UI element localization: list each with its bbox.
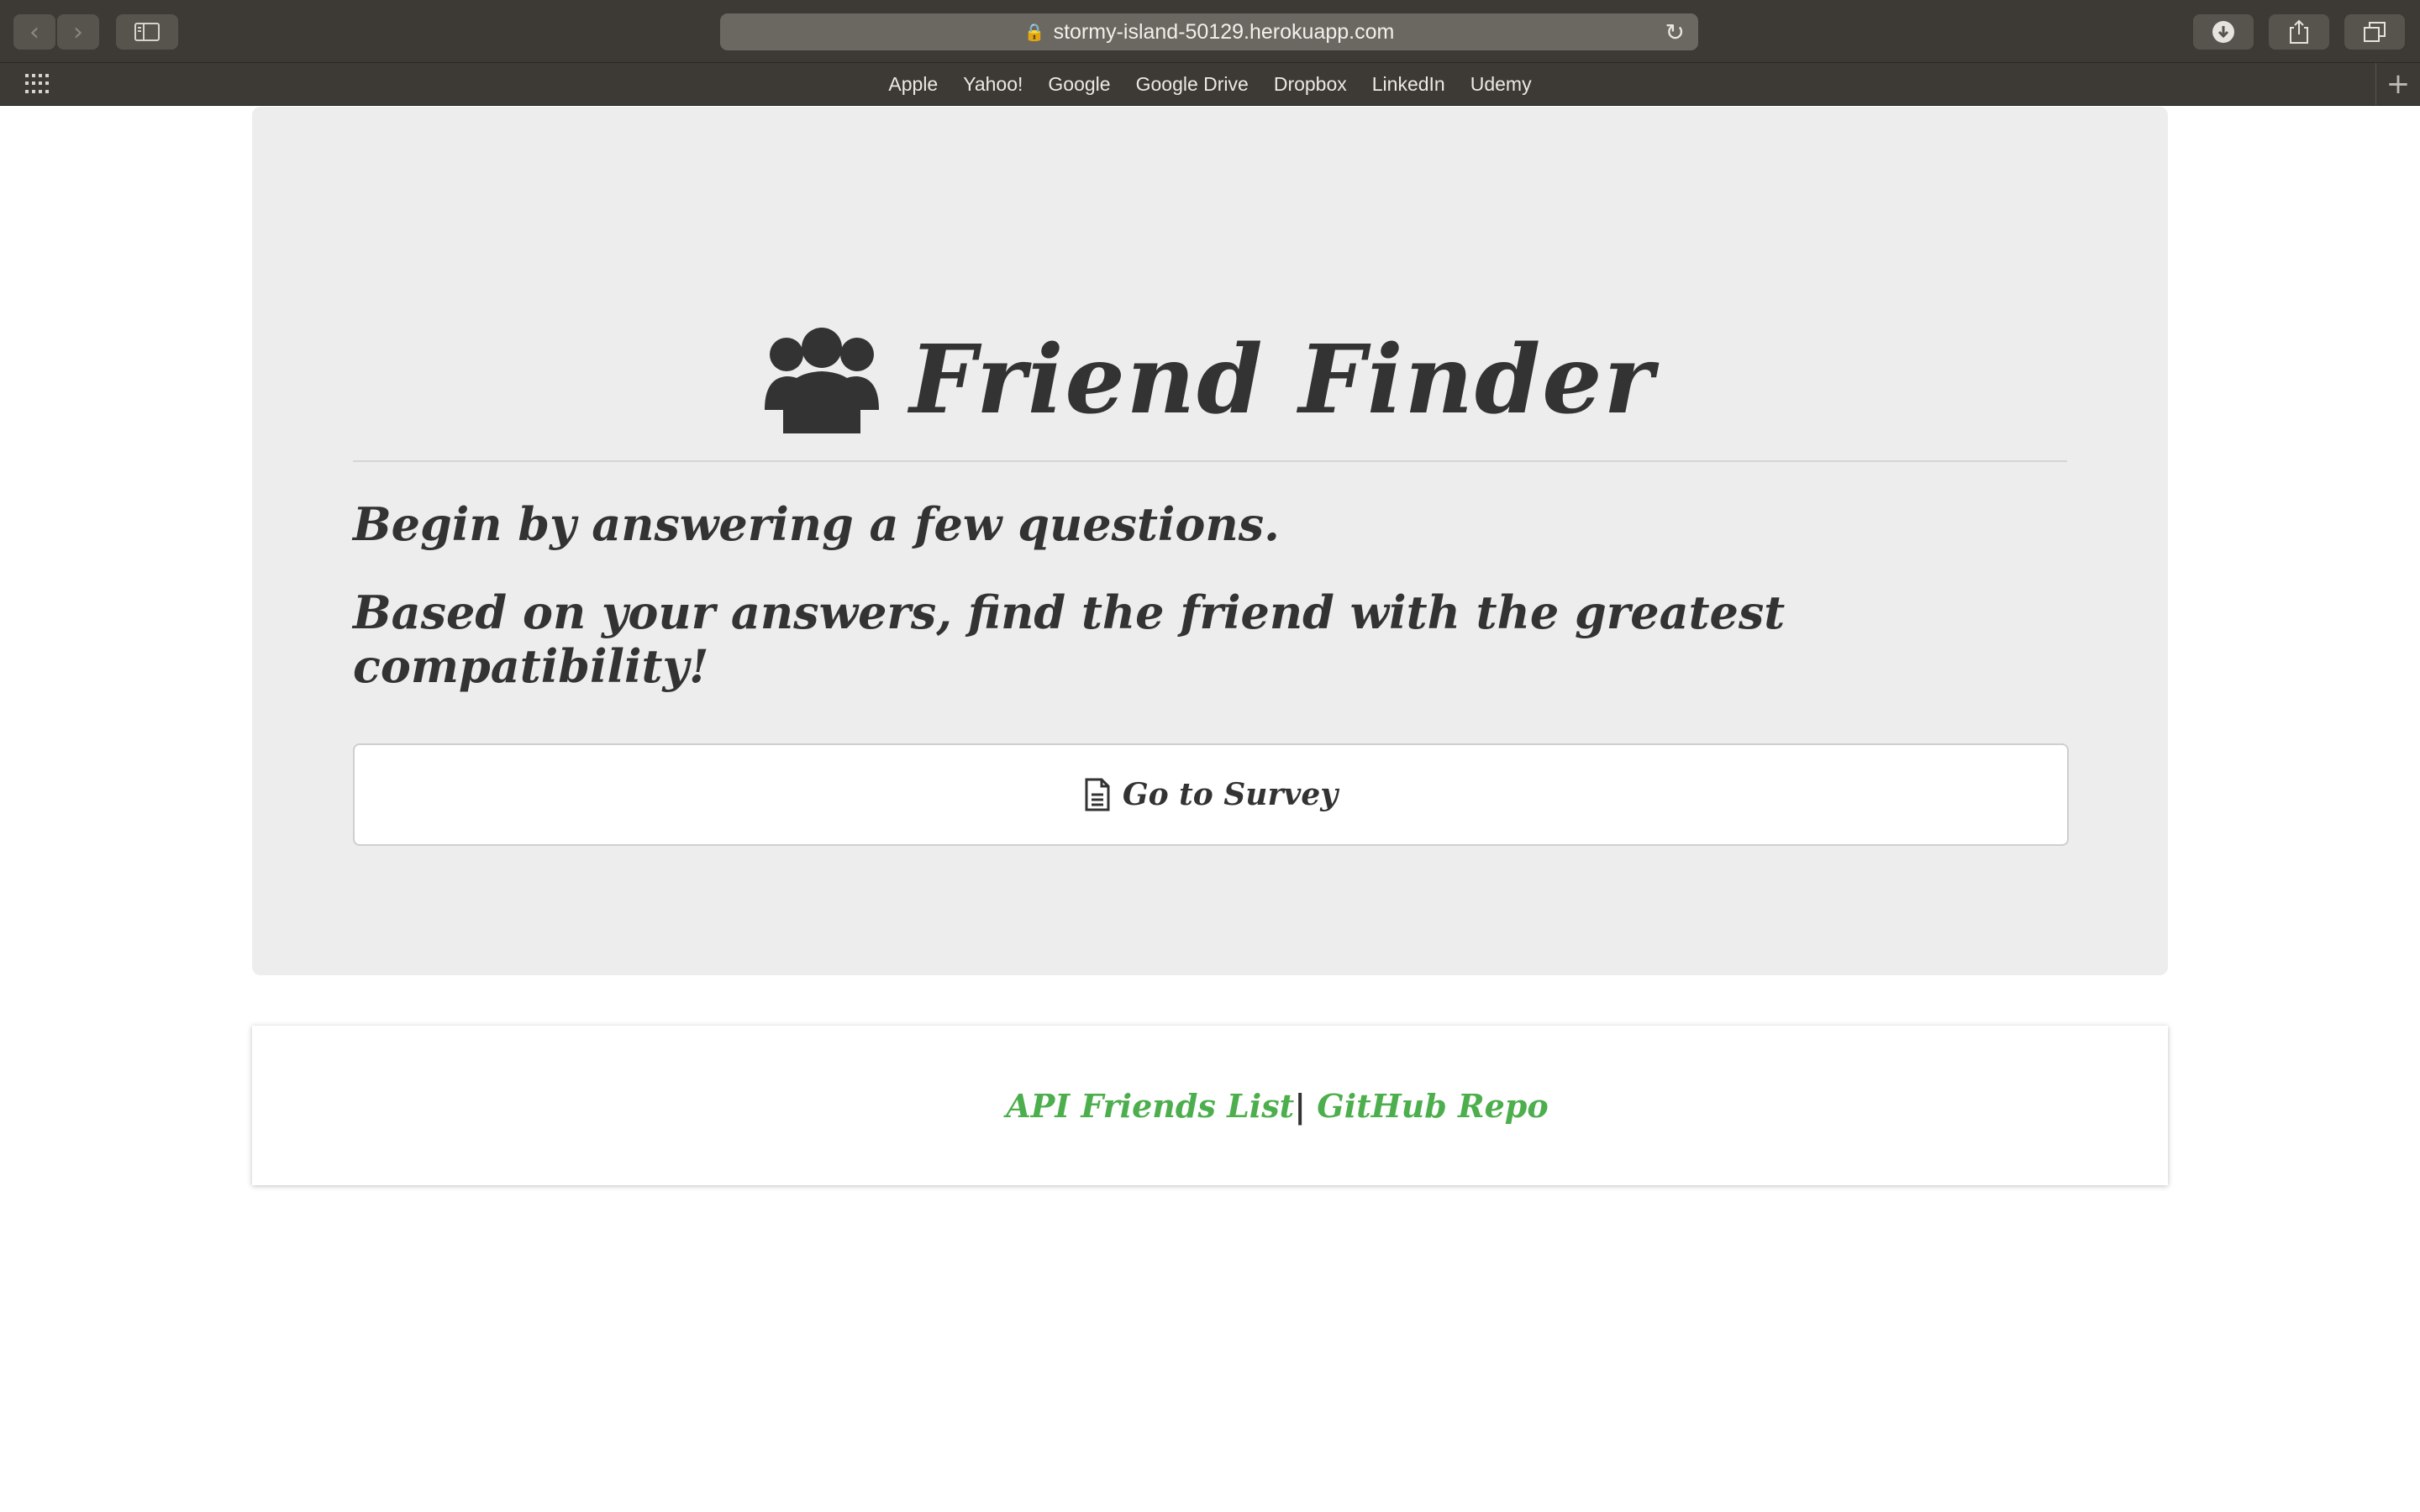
intro-line-1: Begin by answering a few questions. xyxy=(353,497,1280,551)
url-text: stormy-island-50129.herokuapp.com xyxy=(1053,19,1395,44)
favorite-link[interactable]: Yahoo! xyxy=(963,73,1023,96)
chevron-right-icon: › xyxy=(73,17,83,47)
go-to-survey-label: Go to Survey xyxy=(1122,777,1339,812)
tabs-overview-button[interactable] xyxy=(2344,14,2405,50)
divider xyxy=(353,460,2067,462)
favorite-link[interactable]: Dropbox xyxy=(1274,73,1347,96)
page-title: Friend Finder xyxy=(909,324,1655,435)
share-icon xyxy=(2290,19,2308,44)
intro-line-2: Based on your answers, find the friend w… xyxy=(353,585,1786,693)
favorite-link[interactable]: Google xyxy=(1048,73,1110,96)
favorite-link[interactable]: LinkedIn xyxy=(1372,73,1445,96)
favorites-list: Apple Yahoo! Google Google Drive Dropbox… xyxy=(0,63,2420,105)
download-icon xyxy=(2212,21,2234,43)
plus-icon: + xyxy=(2386,67,2411,101)
file-text-icon xyxy=(1085,778,1110,811)
github-repo-link[interactable]: GitHub Repo xyxy=(1317,1087,1548,1125)
address-bar[interactable]: 🔒 stormy-island-50129.herokuapp.com ↻ xyxy=(720,13,1698,50)
favorite-link[interactable]: Google Drive xyxy=(1136,73,1249,96)
downloads-button[interactable] xyxy=(2193,14,2254,50)
reload-icon[interactable]: ↻ xyxy=(1665,18,1685,46)
sidebar-icon xyxy=(134,23,160,41)
back-button[interactable]: ‹ xyxy=(13,14,55,50)
go-to-survey-button[interactable]: Go to Survey xyxy=(353,743,2069,846)
favorite-link[interactable]: Udemy xyxy=(1470,73,1532,96)
footer-links: API Friends List| GitHub Repo xyxy=(1006,1087,1548,1125)
jumbotron: Friend Finder Begin by answering a few q… xyxy=(252,107,2168,975)
footer: API Friends List| GitHub Repo xyxy=(252,1026,2168,1185)
users-icon xyxy=(765,328,880,433)
page-title-row: Friend Finder xyxy=(252,317,2168,443)
tabs-icon xyxy=(2364,22,2386,42)
favorite-link[interactable]: Apple xyxy=(888,73,938,96)
browser-toolbar: ‹ › 🔒 stormy-island-50129.herokuapp.com … xyxy=(0,0,2420,63)
api-friends-list-link[interactable]: API Friends List xyxy=(1006,1087,1294,1125)
chevron-left-icon: ‹ xyxy=(29,17,39,47)
forward-button[interactable]: › xyxy=(57,14,99,50)
footer-separator: | xyxy=(1294,1086,1307,1125)
sidebar-toggle-button[interactable] xyxy=(116,14,178,50)
lock-icon: 🔒 xyxy=(1023,22,1045,42)
share-button[interactable] xyxy=(2269,14,2329,50)
new-tab-button[interactable]: + xyxy=(2375,63,2420,105)
favorites-bar: Apple Yahoo! Google Google Drive Dropbox… xyxy=(0,63,2420,106)
